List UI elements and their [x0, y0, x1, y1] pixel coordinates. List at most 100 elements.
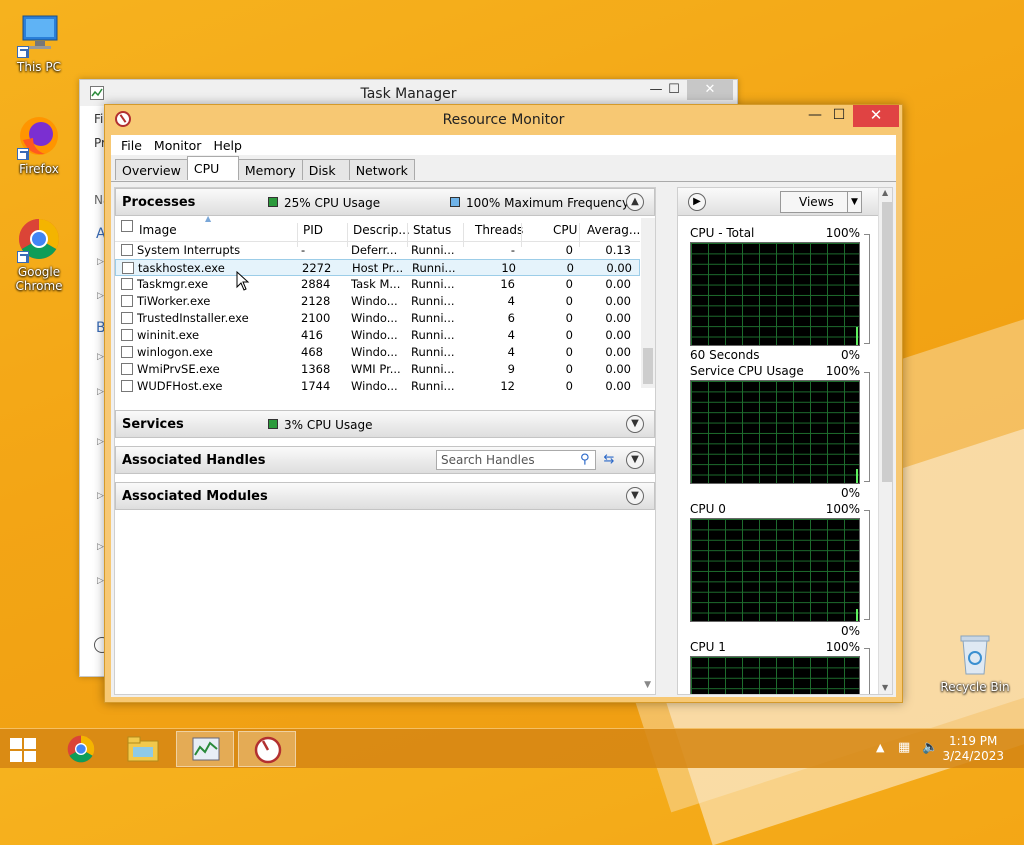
expand-chevron-icon[interactable]: ▼	[626, 415, 644, 433]
task-manager-icon	[192, 737, 220, 761]
views-label: Views	[799, 195, 834, 209]
close-button[interactable]: ✕	[687, 80, 733, 100]
refresh-icon[interactable]: ⇆	[600, 451, 618, 469]
desktop-icon-recycle-bin[interactable]: Recycle Bin	[939, 630, 1011, 694]
tab-cpu[interactable]: CPU	[186, 156, 239, 180]
table-row[interactable]: WmiPrvSE.exe 1368 WMI Pr... Runni... 9 0…	[115, 361, 640, 378]
table-row[interactable]: WUDFHost.exe 1744 Windo... Runni... 12 0…	[115, 378, 640, 395]
collapse-chevron-icon[interactable]: ▲	[626, 193, 644, 211]
show-hidden-icons[interactable]: ▲	[876, 741, 884, 754]
column-header-threads[interactable]: Threads	[475, 223, 523, 237]
cell-cpu: 0	[565, 294, 573, 308]
column-header-status[interactable]: Status	[413, 223, 451, 237]
network-icon[interactable]: ▦	[898, 740, 910, 755]
resource-monitor-client: File Monitor Help Overview CPU Memory Di…	[111, 135, 896, 697]
row-checkbox[interactable]	[121, 244, 133, 256]
search-handles-input[interactable]: Search Handles	[436, 450, 596, 470]
task-manager-titlebar[interactable]: Task Manager — ☐ ✕	[80, 80, 737, 106]
expand-arrow-icon[interactable]: ▷	[97, 576, 104, 586]
taskbar-resource-monitor[interactable]	[238, 731, 296, 767]
cell-pid: 2272	[302, 261, 332, 275]
service-cpu-graph	[690, 380, 860, 484]
menu-monitor[interactable]: Monitor	[148, 138, 208, 153]
expand-arrow-icon[interactable]: ▷	[97, 352, 104, 362]
tab-overview[interactable]: Overview	[115, 159, 188, 180]
expand-arrow-icon[interactable]: ▷	[97, 542, 104, 552]
row-checkbox[interactable]	[121, 278, 133, 290]
table-row[interactable]: winlogon.exe 468 Windo... Runni... 4 0 0…	[115, 344, 640, 361]
views-dropdown[interactable]: Views ▼	[780, 191, 862, 213]
resource-monitor-window[interactable]: Resource Monitor — ☐ ✕ File Monitor Help…	[104, 104, 903, 703]
expand-arrow-icon[interactable]: ▷	[97, 257, 104, 267]
table-row[interactable]: wininit.exe 416 Windo... Runni... 4 0 0.…	[115, 327, 640, 344]
volume-muted-icon[interactable]: 🔈	[922, 740, 938, 755]
scrollbar-thumb[interactable]	[882, 202, 892, 482]
tab-network[interactable]: Network	[348, 159, 415, 180]
cell-average: 0.00	[606, 261, 632, 275]
taskbar-file-explorer[interactable]	[114, 731, 172, 767]
cell-threads: 6	[507, 311, 515, 325]
scroll-down-icon[interactable]: ▼	[882, 683, 888, 692]
resource-monitor-icon	[254, 736, 282, 764]
row-checkbox[interactable]	[121, 363, 133, 375]
expand-arrow-icon[interactable]: ▷	[97, 491, 104, 501]
desktop-icon-chrome[interactable]: Google Chrome	[3, 215, 75, 293]
pane-scroll-down-icon[interactable]: ▼	[644, 680, 651, 690]
graph-header: Service CPU Usage 100%	[690, 364, 870, 378]
cell-image: System Interrupts	[137, 243, 241, 257]
expand-chevron-icon[interactable]: ▼	[626, 451, 644, 469]
maximize-button[interactable]: ☐	[660, 80, 688, 100]
table-row[interactable]: TiWorker.exe 2128 Windo... Runni... 4 0 …	[115, 293, 640, 310]
processes-title: Processes	[122, 195, 196, 210]
system-clock[interactable]: 1:19 PM 3/24/2023	[942, 734, 1004, 764]
modules-section-header[interactable]: Associated Modules ▼	[115, 482, 655, 510]
row-checkbox[interactable]	[121, 346, 133, 358]
cpu0-graph	[690, 518, 860, 622]
handles-section-header[interactable]: Associated Handles Search Handles ⚲ ⇆ ▼	[115, 446, 655, 474]
chevron-down-icon[interactable]: ▼	[847, 192, 861, 212]
column-header-average[interactable]: Averag...	[587, 223, 640, 237]
resource-monitor-titlebar[interactable]: Resource Monitor — ☐ ✕	[105, 105, 902, 133]
close-button[interactable]: ✕	[853, 105, 899, 127]
expand-arrow-icon[interactable]: ▷	[97, 291, 104, 301]
search-icon[interactable]: ⚲	[580, 452, 590, 467]
processes-scrollbar[interactable]	[641, 218, 655, 388]
expand-arrow-icon[interactable]: ▷	[97, 437, 104, 447]
select-all-checkbox[interactable]	[121, 220, 133, 232]
row-checkbox[interactable]	[121, 312, 133, 324]
tab-memory[interactable]: Memory	[237, 159, 303, 180]
taskbar-chrome[interactable]	[52, 731, 110, 767]
handles-title: Associated Handles	[122, 453, 266, 468]
collapse-pane-icon[interactable]: ▶	[688, 193, 706, 211]
column-header-image[interactable]: Image	[139, 223, 177, 237]
column-header-cpu[interactable]: CPU	[553, 223, 577, 237]
menu-file[interactable]: File	[115, 138, 148, 153]
taskbar-task-manager[interactable]	[176, 731, 234, 767]
start-button[interactable]	[10, 738, 38, 762]
expand-arrow-icon[interactable]: ▷	[97, 387, 104, 397]
table-row[interactable]: System Interrupts - Deferr... Runni... -…	[115, 242, 640, 259]
scrollbar-thumb[interactable]	[643, 348, 653, 384]
row-checkbox[interactable]	[122, 262, 134, 274]
desktop-icon-this-pc[interactable]: This PC	[3, 10, 75, 74]
table-row[interactable]: TrustedInstaller.exe 2100 Windo... Runni…	[115, 310, 640, 327]
menu-help[interactable]: Help	[207, 138, 248, 153]
row-checkbox[interactable]	[121, 329, 133, 341]
graphs-scrollbar[interactable]: ▲ ▼	[878, 188, 892, 694]
services-section-header[interactable]: Services 3% CPU Usage ▼	[115, 410, 655, 438]
row-checkbox[interactable]	[121, 380, 133, 392]
cell-status: Runni...	[411, 379, 455, 393]
table-row[interactable]: taskhostex.exe 2272 Host Pr... Runni... …	[115, 259, 640, 276]
expand-chevron-icon[interactable]: ▼	[626, 487, 644, 505]
maximize-button[interactable]: ☐	[825, 105, 853, 127]
scroll-up-icon[interactable]: ▲	[882, 188, 888, 197]
table-row[interactable]: Taskmgr.exe 2884 Task M... Runni... 16 0…	[115, 276, 640, 293]
column-header-pid[interactable]: PID	[303, 223, 323, 237]
desktop-icon-firefox[interactable]: Firefox	[3, 112, 75, 176]
tab-disk[interactable]: Disk	[301, 159, 350, 180]
column-header-description[interactable]: Descrip...	[353, 223, 410, 237]
cell-cpu: 0	[566, 261, 574, 275]
processes-section-header[interactable]: Processes 25% CPU Usage 100% Maximum Fre…	[115, 188, 655, 216]
cell-pid: 2884	[301, 277, 331, 291]
row-checkbox[interactable]	[121, 295, 133, 307]
